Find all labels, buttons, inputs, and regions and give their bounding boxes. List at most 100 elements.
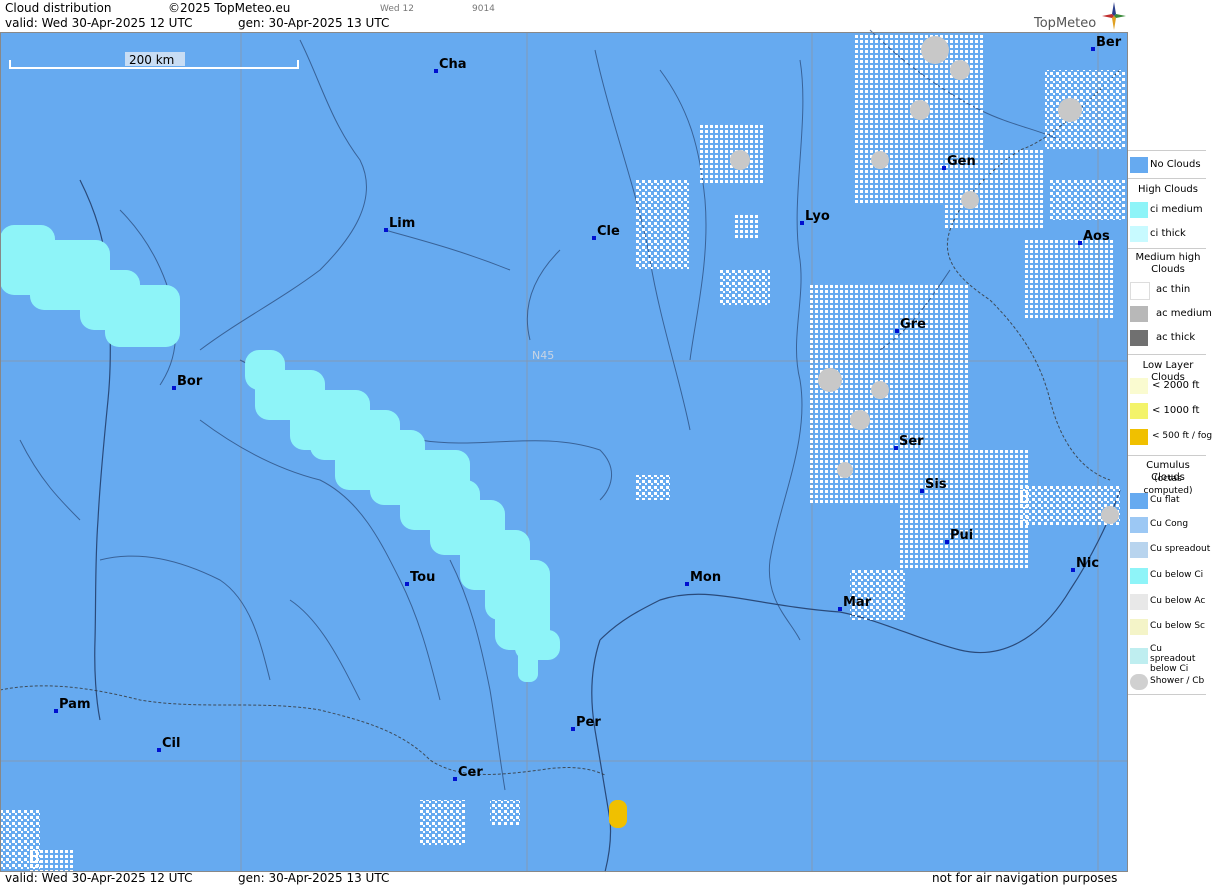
city-cer[interactable]: Cer — [453, 765, 483, 781]
city-marker-icon — [453, 777, 457, 781]
scale-label: 200 km — [129, 53, 174, 67]
city-label: Tou — [410, 570, 435, 585]
fog-patch — [609, 800, 627, 828]
cu-cong-swatch — [1130, 517, 1148, 533]
legend-low-500: < 500 ft / fog — [1128, 427, 1212, 447]
low-2000-swatch — [1130, 378, 1148, 394]
city-bor[interactable]: Bor — [172, 374, 203, 390]
low-1000-swatch — [1130, 403, 1148, 419]
city-lim[interactable]: Lim — [384, 216, 415, 232]
legend-cu-below-ci: Cu below Ci — [1128, 566, 1208, 586]
compass-logo-icon — [1102, 2, 1126, 30]
legend-cu-spread: Cu spreadout — [1128, 540, 1210, 560]
legend-cu-spread-ci: Cu spreadout below Ci — [1128, 642, 1208, 674]
header-gen: gen: 30-Apr-2025 13 UTC — [238, 16, 390, 30]
city-marker-icon — [942, 166, 946, 170]
city-cha[interactable]: Cha — [434, 57, 467, 73]
header-copyright: ©2025 TopMeteo.eu — [168, 1, 291, 15]
city-marker-icon — [894, 446, 898, 450]
city-label: Sis — [925, 477, 947, 492]
city-marker-icon — [172, 386, 176, 390]
no-clouds-swatch — [1130, 157, 1148, 173]
city-marker-icon — [571, 727, 575, 731]
ci-thick-swatch — [1130, 226, 1148, 242]
legend-cu-cong: Cu Cong — [1128, 515, 1208, 535]
city-gen[interactable]: Gen — [942, 154, 976, 170]
footer-valid: valid: Wed 30-Apr-2025 12 UTC — [5, 871, 193, 885]
city-label: Lyo — [805, 209, 830, 224]
city-marker-icon — [920, 489, 924, 493]
city-per[interactable]: Per — [571, 715, 601, 731]
legend-label: Cu below Ac — [1150, 596, 1206, 606]
cu-spread-swatch — [1130, 542, 1148, 558]
header-title: Cloud distribution — [5, 1, 112, 15]
legend-ci-thick: ci thick — [1128, 224, 1208, 244]
city-pui[interactable]: Pui — [945, 528, 973, 544]
legend-cu-below-sc: Cu below Sc — [1128, 617, 1208, 637]
legend-label: ci medium — [1150, 204, 1203, 215]
city-sis[interactable]: Sis — [920, 477, 947, 493]
legend-label: Cu Cong — [1150, 519, 1189, 529]
city-label: Bor — [177, 374, 203, 389]
legend-label: ci thick — [1150, 228, 1186, 239]
topmeteo-logo[interactable]: TopMeteo — [1034, 16, 1096, 31]
ac-thin-swatch — [1130, 282, 1150, 300]
cu-below-ci-swatch — [1130, 568, 1148, 584]
city-marker-icon — [434, 69, 438, 73]
city-marker-icon — [1091, 47, 1095, 51]
legend-rule — [1128, 150, 1206, 151]
legend-label: Shower / Cb — [1150, 676, 1205, 686]
city-ber[interactable]: Ber — [1091, 35, 1122, 51]
city-label: Cil — [162, 736, 180, 751]
city-label: Pam — [59, 697, 91, 712]
grid-label-n45: N45 — [532, 349, 554, 362]
city-nic[interactable]: Nic — [1071, 556, 1099, 572]
city-marker-icon — [1071, 568, 1075, 572]
city-label: Per — [576, 715, 601, 730]
legend-label: Cu spreadout below Ci — [1150, 644, 1196, 674]
legend-label: Cu flat — [1150, 495, 1180, 505]
city-aos[interactable]: Aos — [1078, 229, 1110, 245]
city-lyo[interactable]: Lyo — [800, 209, 830, 225]
legend-high-title: High Clouds — [1138, 184, 1198, 195]
low-500-swatch — [1130, 429, 1148, 445]
header-code-small: 9014 — [472, 4, 495, 14]
city-mon[interactable]: Mon — [685, 570, 721, 586]
legend-label: < 500 ft / fog — [1152, 431, 1213, 441]
city-marker-icon — [54, 709, 58, 713]
legend-label: ac thick — [1156, 332, 1196, 343]
city-cle[interactable]: Cle — [592, 224, 620, 240]
city-marker-icon — [1078, 241, 1082, 245]
ci-medium-swatch — [1130, 202, 1148, 218]
cu-below-sc-swatch — [1130, 619, 1148, 635]
legend-medium-title: Medium high Clouds — [1135, 252, 1201, 275]
legend-ac-thin: ac thin — [1128, 280, 1208, 300]
city-gre[interactable]: Gre — [895, 317, 926, 333]
city-label: Cer — [458, 765, 483, 780]
legend-label: ac thin — [1156, 284, 1191, 295]
legend-label: ac medium — [1156, 308, 1212, 319]
city-mar[interactable]: Mar — [838, 595, 872, 611]
legend-label: Cu below Ci — [1150, 570, 1204, 580]
city-label: Gen — [947, 154, 976, 169]
shower-swatch — [1130, 674, 1148, 690]
city-label: Aos — [1083, 229, 1110, 244]
city-tou[interactable]: Tou — [405, 570, 435, 586]
legend-rule — [1128, 455, 1206, 456]
footer-disclaimer: not for air navigation purposes — [932, 871, 1118, 885]
legend-rule — [1128, 248, 1206, 249]
legend-label: < 2000 ft — [1152, 380, 1200, 391]
legend-ac-thick: ac thick — [1128, 328, 1208, 348]
legend-low-1000: < 1000 ft — [1128, 401, 1208, 421]
city-label: Ber — [1096, 35, 1122, 50]
legend-rule — [1128, 694, 1206, 695]
city-marker-icon — [157, 748, 161, 752]
city-marker-icon — [838, 607, 842, 611]
city-ser[interactable]: Ser — [894, 434, 924, 450]
cloud-map[interactable]: N45 200 km ChaLimCleLyoGenBerAosGreBorSe… — [0, 0, 1128, 887]
cu-spread-ci-swatch — [1130, 648, 1148, 664]
city-marker-icon — [800, 221, 804, 225]
city-pam[interactable]: Pam — [54, 697, 91, 713]
legend-shower: Shower / Cb — [1128, 672, 1208, 692]
city-label: Ser — [899, 434, 924, 449]
